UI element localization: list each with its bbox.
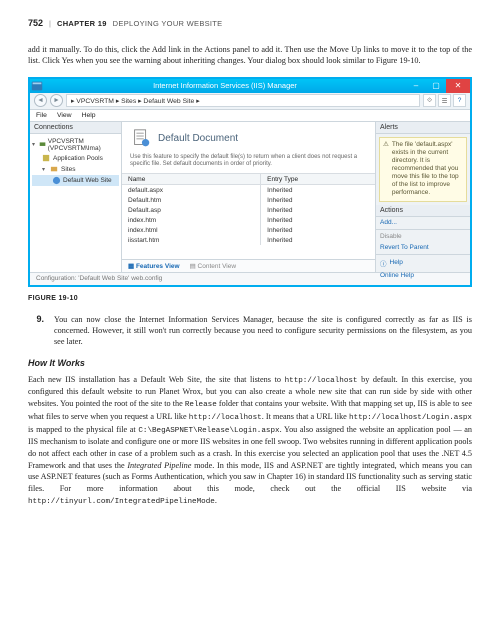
tab-features-view[interactable]: ▦ Features View — [128, 262, 180, 270]
toolbar-btn-2[interactable]: ☰ — [438, 94, 451, 107]
col-name[interactable]: Name — [122, 174, 261, 184]
col-entry-type[interactable]: Entry Type — [261, 174, 375, 184]
chapter-title: DEPLOYING YOUR WEBSITE — [113, 19, 223, 28]
menu-view[interactable]: View — [57, 112, 72, 119]
tree-sites[interactable]: ▾ Sites — [32, 164, 119, 175]
breadcrumb-path[interactable]: ▸ VPCVSRTM ▸ Sites ▸ Default Web Site ▸ — [66, 94, 420, 107]
figure-caption: FIGURE 19-10 — [28, 295, 472, 302]
table-row[interactable]: default.aspxInherited — [122, 185, 375, 195]
table-row[interactable]: iisstart.htmInherited — [122, 235, 375, 245]
table-row[interactable]: index.htmlInherited — [122, 225, 375, 235]
how-it-works-heading: How It Works — [28, 358, 472, 368]
tree-server[interactable]: ▾ VPCVSRTM (VPCVSRTM\Ima) — [32, 137, 119, 153]
action-disable[interactable]: Disable — [376, 231, 470, 242]
feature-title: Default Document — [158, 133, 238, 144]
alerts-header: Alerts — [376, 122, 470, 134]
grid-header: Name Entry Type — [122, 173, 375, 185]
page-header: 752 | CHAPTER 19 DEPLOYING YOUR WEBSITE — [28, 18, 472, 28]
toolbar-help-button[interactable]: ? — [453, 94, 466, 107]
close-button[interactable]: ✕ — [446, 79, 470, 93]
view-tabs: ▦ Features View ▤ Content View — [122, 259, 375, 272]
connections-pane: Connections ▾ VPCVSRTM (VPCVSRTM\Ima) Ap… — [30, 122, 122, 272]
iis-body: Connections ▾ VPCVSRTM (VPCVSRTM\Ima) Ap… — [30, 122, 470, 272]
action-online-help[interactable]: Online Help — [376, 270, 470, 281]
actions-header: Actions — [376, 205, 470, 217]
tree-default-site[interactable]: Default Web Site — [32, 175, 119, 186]
right-pane: Alerts ⚠ The file 'default.aspx' exists … — [375, 122, 470, 272]
connections-header: Connections — [30, 122, 121, 134]
window-buttons: – ▢ ✕ — [406, 79, 470, 93]
menu-bar: File View Help — [30, 110, 470, 122]
step-9: 9. You can now close the Internet Inform… — [28, 314, 472, 348]
help-icon: ⓘ — [380, 258, 387, 268]
tree-app-pools[interactable]: Application Pools — [32, 153, 119, 164]
globe-icon — [52, 176, 61, 185]
table-row[interactable]: index.htmInherited — [122, 215, 375, 225]
grid-body: default.aspxInherited Default.htmInherit… — [122, 185, 375, 258]
menu-file[interactable]: File — [36, 112, 47, 119]
pools-icon — [42, 154, 51, 163]
feature-pane: Default Document Use this feature to spe… — [122, 122, 375, 272]
back-button[interactable]: ◄ — [34, 94, 47, 107]
toolbar-btn-1[interactable]: ⟐ — [423, 94, 436, 107]
minimize-button[interactable]: – — [406, 79, 426, 93]
title-bar: Internet Information Services (IIS) Mana… — [30, 79, 470, 93]
iis-window: Internet Information Services (IIS) Mana… — [28, 77, 472, 287]
alert-message: ⚠ The file 'default.aspx' exists in the … — [379, 137, 467, 202]
warning-icon: ⚠ — [383, 141, 389, 198]
action-add[interactable]: Add... — [376, 217, 470, 228]
action-revert[interactable]: Revert To Parent — [376, 242, 470, 253]
window-title: Internet Information Services (IIS) Mana… — [44, 81, 406, 90]
step-text: You can now close the Internet Informati… — [54, 314, 472, 348]
breadcrumb-bar: ◄ ► ▸ VPCVSRTM ▸ Sites ▸ Default Web Sit… — [30, 93, 470, 110]
header-sep: | — [49, 19, 51, 28]
table-row[interactable]: Default.htmInherited — [122, 195, 375, 205]
server-icon — [39, 140, 46, 149]
page-number: 752 — [28, 18, 43, 28]
table-row[interactable]: Default.aspInherited — [122, 205, 375, 215]
step-number: 9. — [28, 314, 44, 348]
maximize-button[interactable]: ▢ — [426, 79, 446, 93]
feature-description: Use this feature to specify the default … — [122, 154, 375, 174]
how-it-works-paragraph: Each new IIS installation has a Default … — [28, 374, 472, 508]
chapter-label: CHAPTER 19 — [57, 19, 107, 28]
tab-content-view[interactable]: ▤ Content View — [190, 262, 237, 270]
sites-icon — [50, 165, 59, 174]
app-icon — [30, 79, 44, 93]
menu-help[interactable]: Help — [82, 112, 96, 119]
document-icon — [130, 128, 152, 150]
intro-paragraph: add it manually. To do this, click the A… — [28, 44, 472, 67]
forward-button[interactable]: ► — [50, 94, 63, 107]
connection-tree: ▾ VPCVSRTM (VPCVSRTM\Ima) Application Po… — [30, 134, 121, 189]
action-help[interactable]: ⓘHelp — [376, 256, 470, 270]
